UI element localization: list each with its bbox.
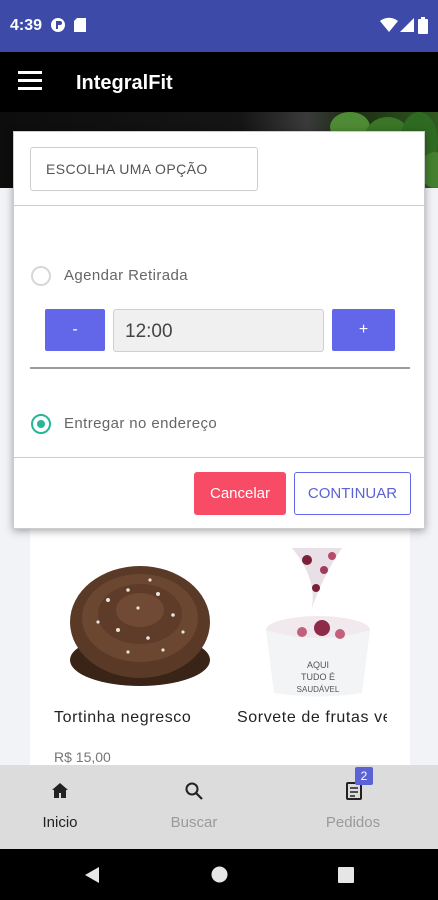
dialog-footer-divider bbox=[14, 457, 424, 458]
svg-text:SAUDÁVEL: SAUDÁVEL bbox=[297, 685, 340, 694]
product-name: Sorvete de frutas vermelhas vegano bbox=[237, 709, 387, 726]
option-select-label: ESCOLHA UMA OPÇÃO bbox=[30, 147, 258, 191]
radio-agendar-retirada[interactable] bbox=[31, 266, 51, 286]
continue-button[interactable]: CONTINUAR bbox=[294, 472, 411, 515]
svg-text:AQUI: AQUI bbox=[307, 660, 329, 670]
orders-count-badge: 2 bbox=[355, 767, 373, 785]
dialog-header: ESCOLHA UMA OPÇÃO bbox=[14, 132, 424, 206]
decrease-time-button[interactable]: - bbox=[45, 309, 105, 351]
svg-text:TUDO É: TUDO É bbox=[301, 672, 335, 682]
home-icon bbox=[52, 783, 68, 798]
battery-icon bbox=[418, 17, 428, 34]
app-bar: IntegralFit bbox=[0, 52, 438, 112]
increase-time-button[interactable]: + bbox=[332, 309, 395, 351]
nav-label-pedidos: Pedidos bbox=[325, 814, 381, 831]
nav-label-inicio: Inicio bbox=[42, 814, 78, 831]
sd-card-icon bbox=[74, 18, 86, 32]
hamburger-menu-icon[interactable] bbox=[18, 71, 42, 93]
radio-label-agendar-retirada: Agendar Retirada bbox=[64, 267, 188, 284]
nav-item-inicio[interactable]: Inicio bbox=[0, 765, 146, 849]
signal-icon bbox=[400, 18, 414, 32]
home-circle-icon[interactable] bbox=[211, 866, 228, 883]
radio-entregar-endereco[interactable] bbox=[31, 414, 51, 434]
divider bbox=[30, 367, 410, 369]
back-icon[interactable] bbox=[84, 866, 100, 884]
app-title: IntegralFit bbox=[76, 72, 173, 94]
product-price: R$ 15,00 bbox=[54, 749, 111, 765]
status-bar: 4:39 bbox=[0, 0, 438, 52]
delivery-option-dialog: ESCOLHA UMA OPÇÃO Agendar Retirada - 12:… bbox=[13, 131, 425, 529]
app-notification-icon bbox=[51, 18, 65, 32]
wifi-icon bbox=[380, 17, 398, 32]
recents-icon[interactable] bbox=[338, 867, 354, 883]
status-time: 4:39 bbox=[10, 17, 43, 34]
ice-cream-cup-image: AQUI TUDO É SAUDÁVEL bbox=[266, 548, 370, 697]
product-name: Tortinha negresco bbox=[54, 709, 192, 726]
system-navigation-bar bbox=[0, 849, 438, 900]
nav-item-buscar[interactable]: Buscar bbox=[146, 765, 292, 849]
time-input[interactable]: 12:00 bbox=[113, 309, 324, 352]
tart-image bbox=[70, 566, 210, 686]
nav-label-buscar: Buscar bbox=[170, 814, 218, 831]
search-icon bbox=[185, 782, 203, 800]
radio-label-entregar-endereco: Entregar no endereço bbox=[64, 415, 218, 432]
cancel-button[interactable]: Cancelar bbox=[194, 472, 286, 515]
